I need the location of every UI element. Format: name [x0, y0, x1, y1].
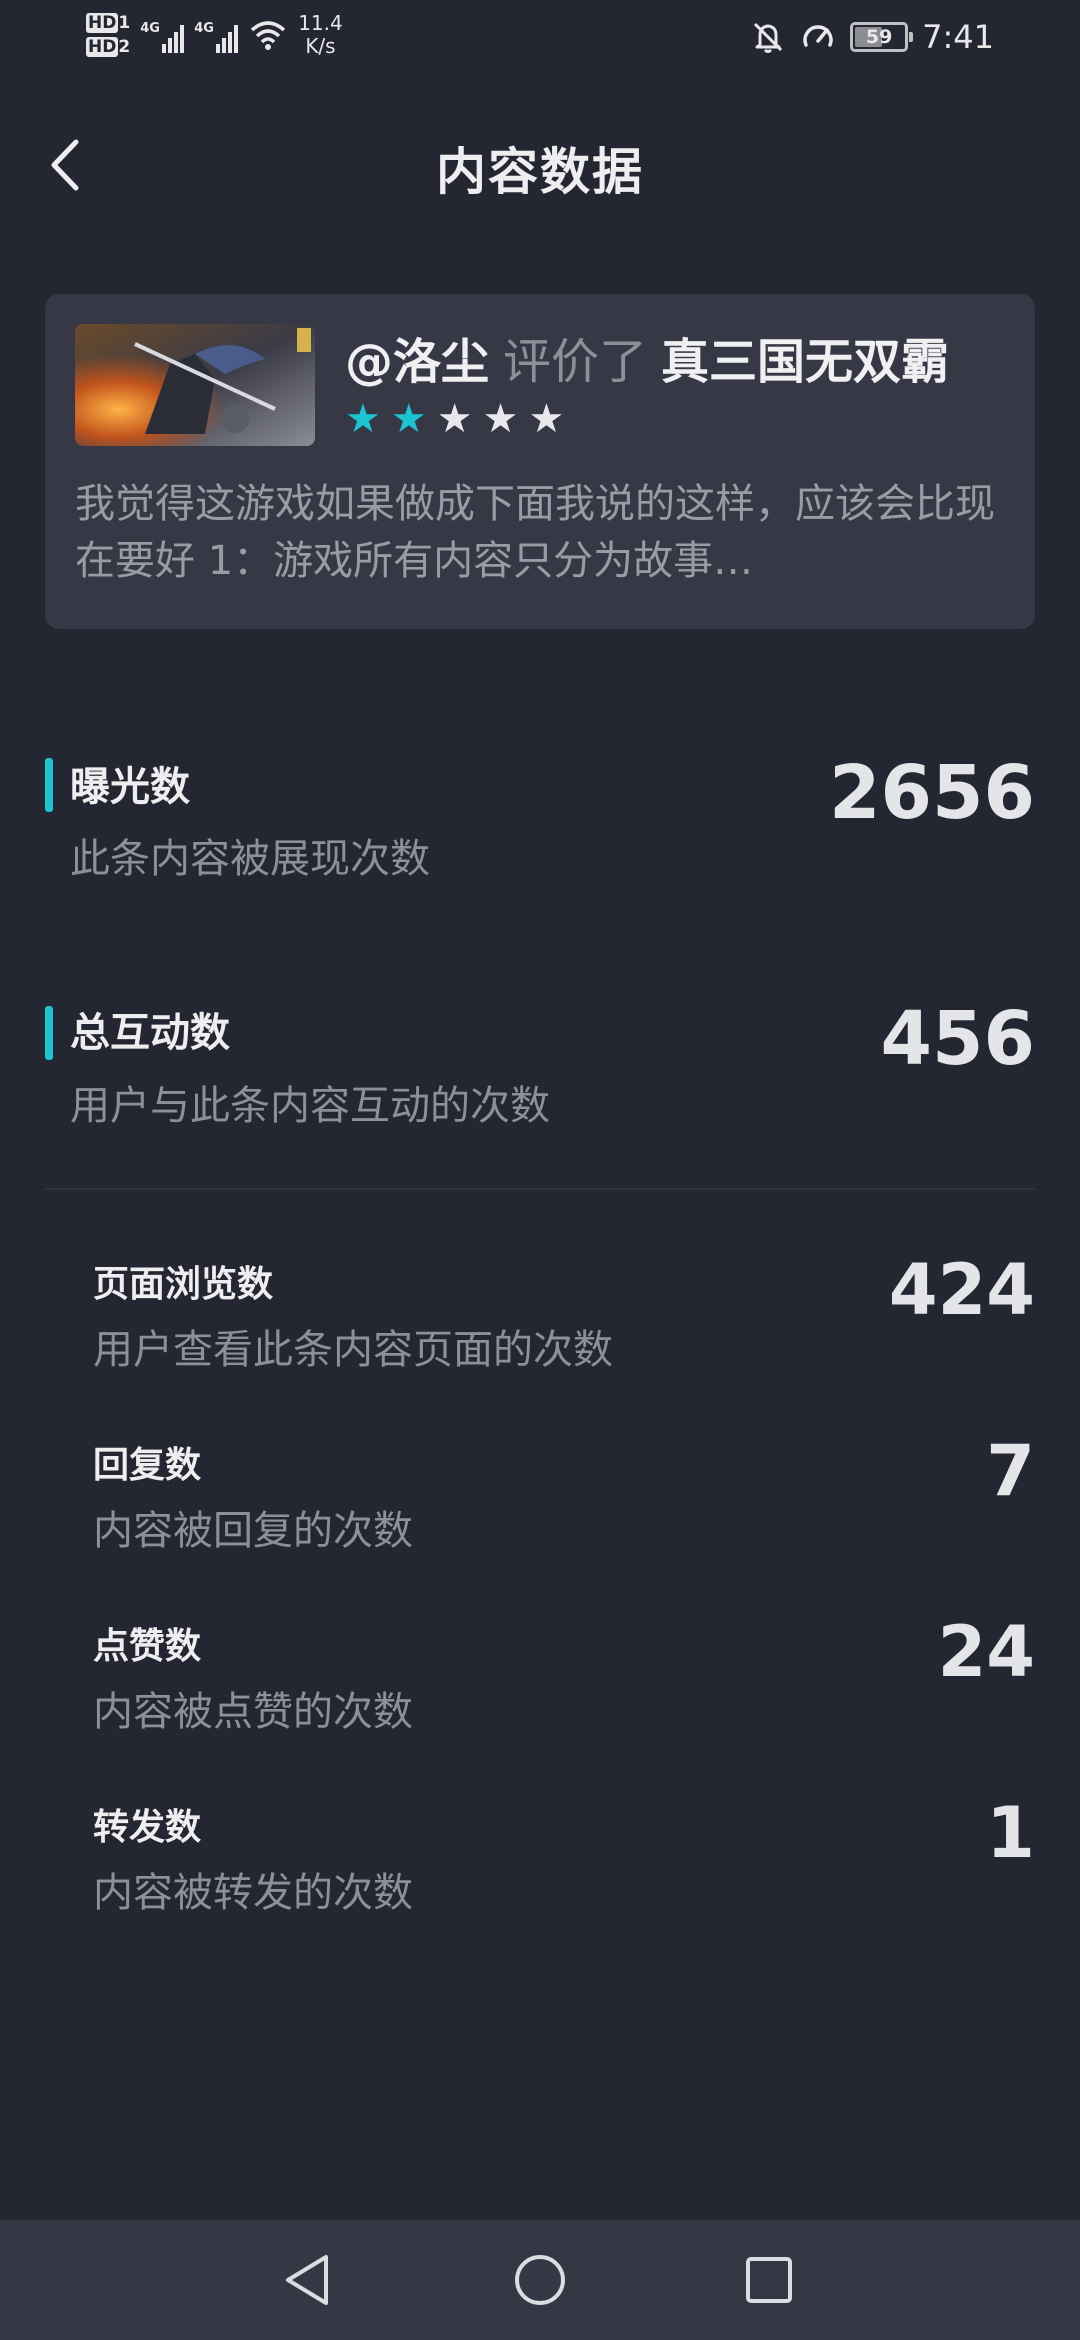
metric-label: 点赞数	[93, 1626, 202, 1667]
nav-home-button[interactable]	[505, 2245, 575, 2315]
metric-value: 24	[937, 1611, 1035, 1693]
metric-description: 此条内容被展现次数	[70, 836, 430, 882]
metric-description: 用户与此条内容互动的次数	[70, 1083, 550, 1129]
rating-stars: ★ ★ ★ ★ ★	[345, 399, 564, 439]
hd-indicators: HD 1 HD 2	[86, 13, 130, 57]
metric-label: 页面浏览数	[93, 1264, 274, 1305]
nav-recents-button[interactable]	[734, 2245, 804, 2315]
nav-back-button[interactable]	[274, 2245, 344, 2315]
system-nav-bar	[0, 2220, 1080, 2340]
metric-description: 内容被点赞的次数	[93, 1689, 413, 1735]
bell-muted-icon	[754, 22, 783, 53]
app-header: 内容数据	[0, 110, 1080, 220]
review-verb: 评价了	[503, 334, 648, 390]
metric-accent-bar	[45, 1006, 53, 1060]
section-divider	[45, 1188, 1035, 1190]
network-speed: 11.4 K/s	[298, 11, 343, 58]
signal-icon-sim2: 4G	[194, 17, 239, 53]
star-empty-icon: ★	[436, 396, 473, 442]
metric-description: 内容被转发的次数	[93, 1870, 413, 1916]
metric-label: 转发数	[93, 1807, 202, 1848]
status-right: 59 7:41	[750, 18, 994, 56]
status-left: HD 1 HD 2 4G 4G 11.4 K/s	[86, 12, 343, 58]
signal-icon-sim1: 4G	[140, 17, 185, 53]
star-filled-icon: ★	[345, 396, 381, 442]
metric-value: 7	[986, 1430, 1035, 1512]
metric-value: 456	[880, 996, 1035, 1082]
hd-indicator-2: HD 2	[86, 37, 131, 57]
page-title: 内容数据	[436, 143, 644, 201]
hd-indicator-1: HD 1	[86, 13, 131, 33]
game-name[interactable]: 真三国无双霸	[661, 334, 949, 390]
metric-value: 1	[986, 1792, 1035, 1874]
metric-value: 2656	[829, 750, 1035, 836]
square-recents-icon	[746, 2257, 792, 2303]
wifi-icon	[251, 21, 286, 50]
metric-value: 424	[888, 1249, 1035, 1331]
star-filled-icon: ★	[390, 396, 427, 442]
metric-label: 回复数	[93, 1445, 202, 1486]
game-thumbnail	[75, 324, 315, 446]
review-headline: @洛尘 评价了 真三国无双霸	[345, 322, 949, 392]
review-card[interactable]: @洛尘 评价了 真三国无双霸 ★ ★ ★ ★ ★ 我觉得这游戏如果做成下面我说的这样，应该会…	[45, 294, 1035, 629]
data-saver-icon	[803, 25, 833, 47]
review-excerpt: 我觉得这游戏如果做成下面我说的这样，应该会比现在要好 1：游戏所有内容只分为故事…	[75, 481, 995, 584]
star-empty-icon: ★	[528, 396, 565, 442]
status-bar: HD 1 HD 2 4G 4G 11.4 K/s 59 7:41	[0, 0, 1080, 80]
circle-home-icon	[515, 2255, 565, 2305]
game-artwork-image	[75, 324, 315, 446]
metric-accent-bar	[45, 758, 53, 812]
clock: 7:41	[922, 18, 994, 56]
battery-indicator: 59	[850, 22, 914, 52]
star-empty-icon: ★	[482, 396, 519, 442]
triangle-back-icon	[286, 2255, 328, 2305]
metric-description: 内容被回复的次数	[93, 1508, 413, 1554]
metric-label: 曝光数	[70, 764, 190, 810]
metric-description: 用户查看此条内容页面的次数	[93, 1327, 613, 1373]
content-data-screen: HD 1 HD 2 4G 4G 11.4 K/s 59 7:41 内容数据 @洛…	[0, 0, 1080, 2340]
reviewer-name[interactable]: @洛尘	[345, 334, 489, 390]
metric-label: 总互动数	[70, 1010, 230, 1056]
